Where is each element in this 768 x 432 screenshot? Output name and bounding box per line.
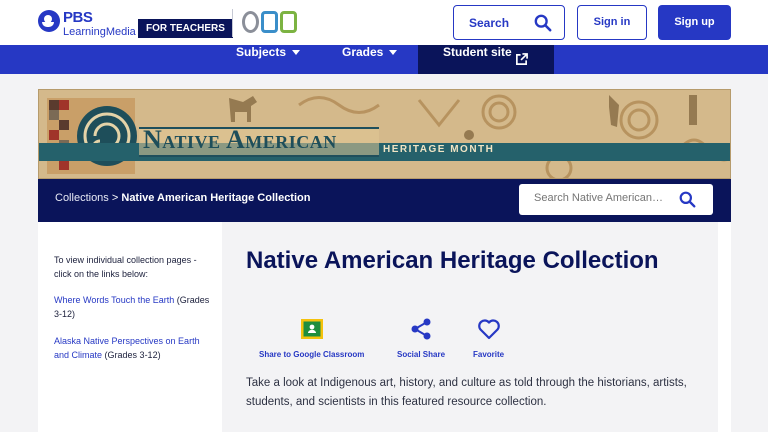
- favorite-button[interactable]: Favorite: [473, 317, 504, 359]
- social-share-label: Social Share: [397, 350, 446, 359]
- opb-logo[interactable]: [242, 11, 298, 33]
- search-icon[interactable]: [679, 191, 696, 208]
- sign-in-button[interactable]: Sign in: [577, 5, 647, 40]
- breadcrumb-separator: >: [111, 192, 119, 204]
- nav-student-site[interactable]: Student site: [418, 45, 554, 74]
- breadcrumb-current: Native American Heritage Collection: [121, 192, 311, 204]
- nav-subjects-label: Subjects: [236, 45, 287, 59]
- sidebar-item-grades: (Grades 3-12): [104, 350, 161, 360]
- sidebar: To view individual collection pages - cl…: [38, 222, 222, 432]
- nav-subjects[interactable]: Subjects: [236, 45, 301, 74]
- header-divider: [232, 9, 233, 37]
- pbs-wordmark: PBS: [63, 9, 93, 26]
- breadcrumb: Collections > Native American Heritage C…: [55, 192, 310, 204]
- social-share-button[interactable]: Social Share: [397, 317, 445, 359]
- banner-subtitle: HERITAGE MONTH: [383, 144, 495, 155]
- collection-search-input[interactable]: [534, 192, 664, 204]
- banner-title: Native American: [143, 125, 337, 154]
- opb-letter-o: [242, 11, 259, 33]
- heritage-banner: Native American HERITAGE MONTH: [38, 89, 731, 179]
- search-button-label: Search: [469, 16, 510, 30]
- pbs-learningmedia-logo[interactable]: PBS LearningMedia: [38, 9, 136, 39]
- search-button[interactable]: Search: [453, 5, 565, 40]
- nav-grades[interactable]: Grades: [342, 45, 398, 74]
- collection-description: Take a look at Indigenous art, history, …: [246, 377, 687, 408]
- nav-student-site-label: Student site: [443, 45, 512, 59]
- sidebar-item: Alaska Native Perspectives on Earth and …: [54, 334, 214, 362]
- chevron-down-icon: [292, 50, 301, 56]
- search-icon: [534, 14, 552, 32]
- sidebar-intro: To view individual collection pages - cl…: [54, 255, 197, 279]
- sidebar-item: Where Words Touch the Earth (Grades 3-12…: [54, 293, 214, 321]
- learningmedia-wordmark: LearningMedia: [63, 26, 136, 38]
- share-google-classroom-button[interactable]: Share to Google Classroom: [259, 317, 364, 359]
- sign-up-button[interactable]: Sign up: [658, 5, 731, 40]
- sidebar-link-where-words[interactable]: Where Words Touch the Earth: [54, 295, 174, 305]
- for-teachers-badge: FOR TEACHERS: [138, 19, 233, 38]
- opb-letter-b: [280, 11, 297, 33]
- collection-search[interactable]: [519, 184, 713, 215]
- pbs-head-icon: [38, 10, 60, 32]
- main-content: Native American Heritage Collection Shar…: [222, 222, 718, 432]
- main-nav: Subjects Grades: [0, 45, 768, 74]
- external-link-icon: [516, 53, 528, 65]
- share-icon: [411, 318, 431, 340]
- breadcrumb-collections-link[interactable]: Collections: [55, 192, 109, 204]
- opb-letter-p: [261, 11, 278, 33]
- nav-grades-label: Grades: [342, 45, 384, 59]
- content-frame-right: [718, 222, 731, 432]
- breadcrumb-bar: Collections > Native American Heritage C…: [38, 179, 731, 222]
- top-header: PBS LearningMedia FOR TEACHERS Search Si…: [0, 0, 768, 45]
- heart-icon: [477, 319, 500, 340]
- google-classroom-icon: [300, 319, 323, 339]
- chevron-down-icon: [389, 50, 398, 56]
- share-google-classroom-label: Share to Google Classroom: [259, 350, 365, 359]
- page-title: Native American Heritage Collection: [246, 247, 659, 274]
- favorite-label: Favorite: [473, 350, 505, 359]
